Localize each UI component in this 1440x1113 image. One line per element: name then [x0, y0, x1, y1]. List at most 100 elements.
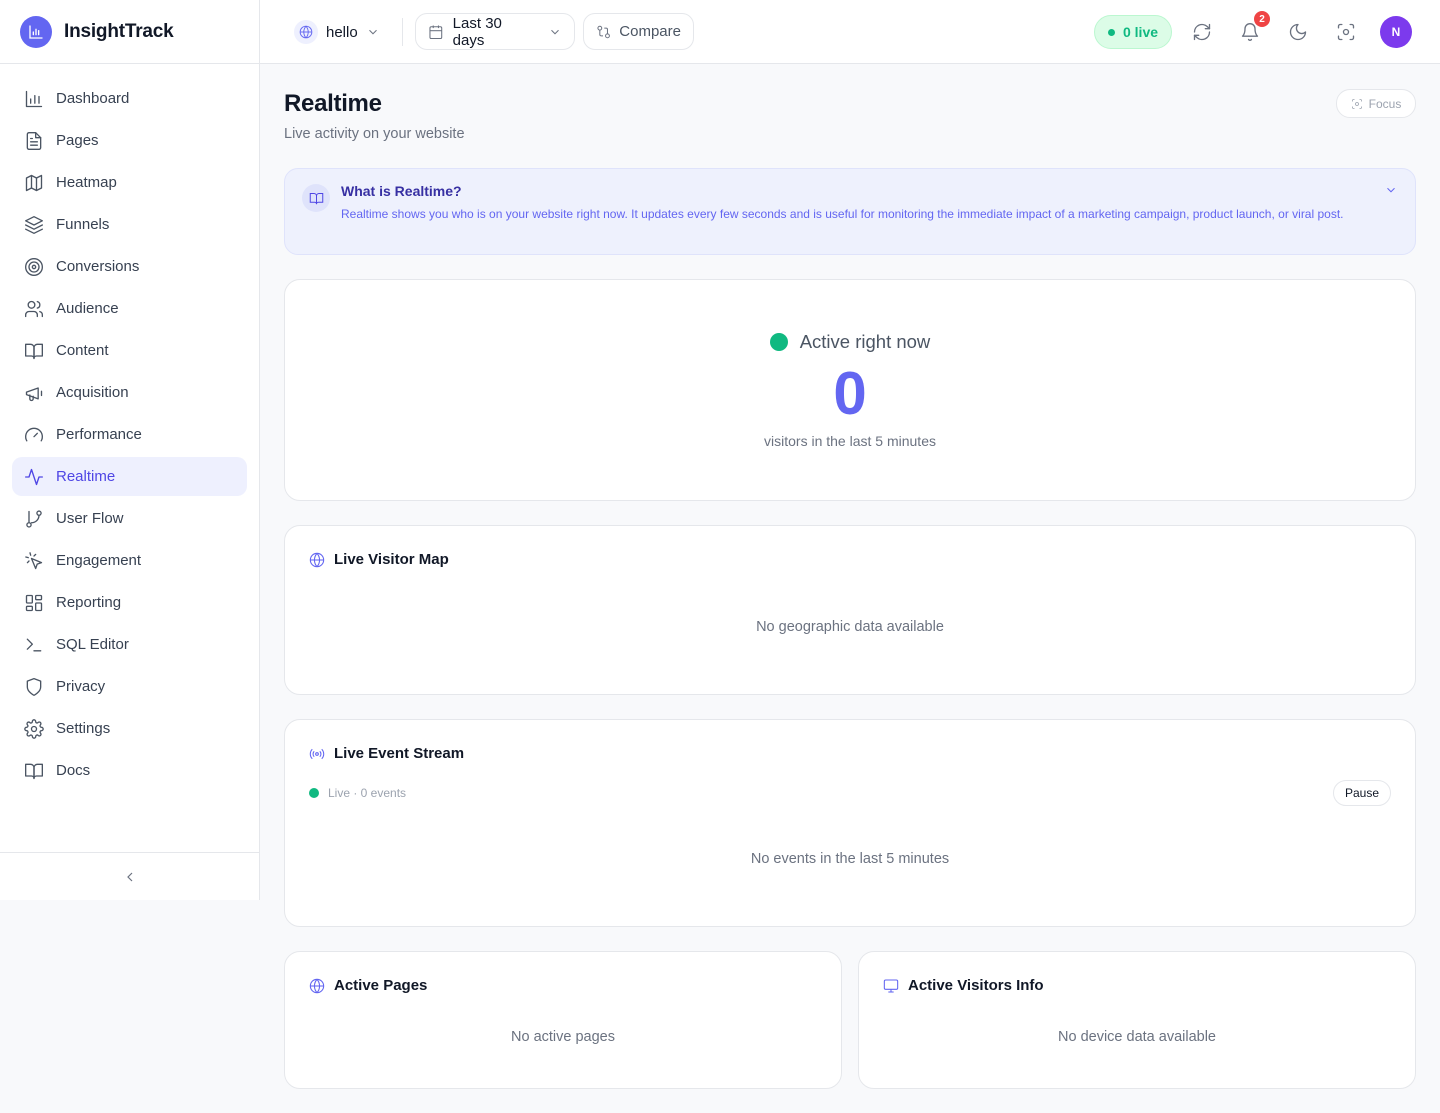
sidebar-item-label: Audience: [56, 300, 119, 317]
live-pulse-dot: [769, 333, 788, 351]
avatar[interactable]: N: [1380, 16, 1412, 48]
sidebar-item-label: Realtime: [56, 468, 116, 485]
page-title: Realtime: [284, 90, 382, 117]
logo-icon: [20, 15, 52, 48]
stream-title: Live Event Stream: [334, 745, 465, 762]
sidebar-item-label: Pages: [56, 132, 99, 149]
sidebar-item-label: Content: [56, 342, 109, 359]
chevron-down-icon: [366, 25, 380, 39]
sidebar-item-label: Engagement: [56, 552, 142, 569]
gauge-icon: [25, 427, 43, 441]
sidebar-item-acquisition[interactable]: Acquisition: [12, 373, 247, 412]
sidebar-item-label: Funnels: [56, 216, 110, 233]
focus-mode-button[interactable]: [1334, 20, 1358, 44]
book-open-icon: [25, 343, 43, 359]
target-icon: [25, 257, 43, 276]
sidebar-item-user-flow[interactable]: User Flow: [12, 499, 247, 538]
monitor-icon: [883, 978, 899, 993]
sidebar-item-content[interactable]: Content: [12, 331, 247, 370]
megaphone-icon: [25, 386, 43, 401]
sidebar-item-conversions[interactable]: Conversions: [12, 247, 247, 286]
activity-icon: [25, 468, 43, 485]
file-text-icon: [26, 131, 42, 150]
globe-icon: [309, 978, 325, 993]
chevron-left-icon: [126, 872, 132, 881]
active-header: Active right now: [285, 331, 1415, 353]
focus-button[interactable]: Focus: [1336, 89, 1416, 118]
live-count-label: 0 live: [1122, 24, 1159, 40]
sidebar-item-sql-editor[interactable]: SQL Editor: [12, 625, 247, 664]
scan-focus-icon: [1351, 98, 1362, 109]
visitors-info-title: Active Visitors Info: [908, 977, 1044, 994]
radio-broadcast-icon: [309, 748, 325, 759]
sidebar-item-realtime[interactable]: Realtime: [12, 457, 247, 496]
brand[interactable]: InsightTrack: [0, 0, 259, 64]
stream-empty-state: No events in the last 5 minutes: [750, 851, 950, 867]
site-selector[interactable]: hello: [294, 20, 380, 44]
map-icon: [25, 174, 43, 191]
globe-icon: [309, 552, 325, 567]
sidebar-item-label: Settings: [56, 720, 111, 737]
layers-icon: [25, 215, 43, 234]
sidebar-item-pages[interactable]: Pages: [12, 121, 247, 160]
live-event-stream-card: Live Event Stream Live · 0 events Pause …: [284, 719, 1416, 927]
moon-icon: [1289, 23, 1307, 41]
active-visitor-count: 0: [833, 360, 867, 427]
sidebar-item-dashboard[interactable]: Dashboard: [12, 79, 247, 118]
card-title: Live Event Stream: [309, 745, 464, 762]
active-visitors-card: Active right now 0 visitors in the last …: [284, 279, 1416, 501]
stream-status: Live · 0 events: [309, 786, 406, 800]
page-subtitle: Live activity on your website: [284, 126, 465, 142]
sidebar-item-docs[interactable]: Docs: [12, 751, 247, 790]
pause-button[interactable]: Pause: [1333, 780, 1391, 806]
git-branch-icon: [26, 509, 42, 528]
sidebar-item-reporting[interactable]: Reporting: [12, 583, 247, 622]
sidebar-collapse-button[interactable]: [0, 852, 259, 900]
live-visitor-map-card: Live Visitor Map No geographic data avai…: [284, 525, 1416, 695]
scan-focus-icon: [1337, 23, 1355, 41]
shield-icon: [26, 677, 42, 696]
sidebar-item-funnels[interactable]: Funnels: [12, 205, 247, 244]
live-dot: [1107, 28, 1115, 36]
sidebar-item-engagement[interactable]: Engagement: [12, 541, 247, 580]
date-range-button[interactable]: Last 30 days: [415, 13, 575, 50]
users-icon: [25, 300, 43, 317]
sidebar-item-privacy[interactable]: Privacy: [12, 667, 247, 706]
layout-dashboard-icon: [25, 594, 43, 611]
active-subtitle: visitors in the last 5 minutes: [764, 433, 936, 449]
sidebar-item-label: Performance: [56, 426, 142, 443]
sidebar-item-label: Dashboard: [56, 90, 130, 107]
chevron-down-icon[interactable]: [1384, 183, 1398, 197]
book-icon: [25, 763, 43, 779]
theme-toggle-button[interactable]: [1286, 20, 1310, 44]
sidebar-item-settings[interactable]: Settings: [12, 709, 247, 748]
visitors-info-empty-state: No device data available: [1058, 1029, 1216, 1045]
sidebar-item-performance[interactable]: Performance: [12, 415, 247, 454]
active-pages-title: Active Pages: [334, 977, 428, 994]
notifications-button[interactable]: 2: [1238, 11, 1270, 44]
sidebar-item-label: SQL Editor: [56, 636, 129, 653]
header-divider: [402, 18, 403, 46]
active-label: Active right now: [799, 331, 931, 352]
sidebar-item-label: Acquisition: [56, 384, 129, 401]
sidebar-item-label: Heatmap: [56, 174, 117, 191]
card-title: Live Visitor Map: [309, 551, 449, 568]
live-visitors-badge[interactable]: 0 live: [1094, 15, 1172, 49]
refresh-button[interactable]: [1190, 20, 1214, 44]
stream-status-label: Live · 0 events: [328, 786, 407, 800]
card-title: Active Visitors Info: [883, 977, 1044, 994]
sidebar-item-audience[interactable]: Audience: [12, 289, 247, 328]
active-visitors-info-card: Active Visitors Info No device data avai…: [858, 951, 1416, 1089]
focus-label: Focus: [1368, 96, 1402, 111]
sidebar: InsightTrack Dashboard Pages Heatmap Fun…: [0, 0, 260, 900]
site-name: hello: [326, 23, 358, 41]
realtime-info-panel[interactable]: What is Realtime? Realtime shows you who…: [284, 168, 1416, 255]
date-range-label: Last 30 days: [452, 14, 502, 49]
brand-name: InsightTrack: [64, 20, 174, 42]
calendar-icon: [429, 24, 443, 39]
bar-chart-icon: [25, 90, 43, 107]
chevron-down-icon: [548, 25, 562, 39]
compare-button[interactable]: Compare: [583, 13, 694, 50]
sidebar-item-heatmap[interactable]: Heatmap: [12, 163, 247, 202]
compare-arrows-icon: [597, 25, 610, 38]
